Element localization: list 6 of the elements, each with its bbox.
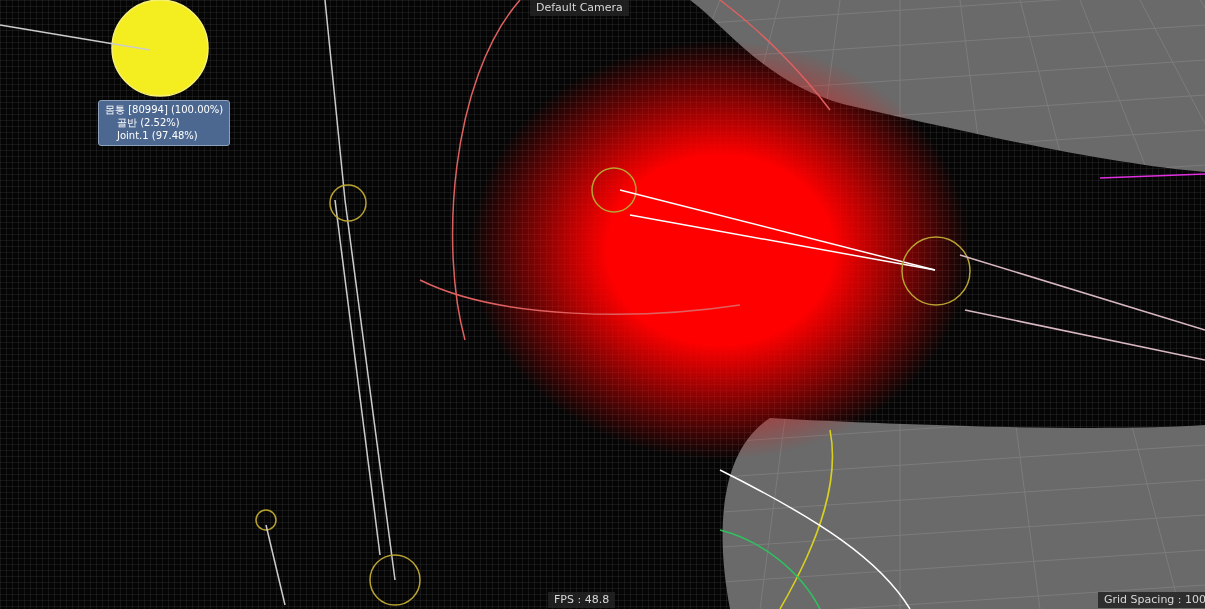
camera-label[interactable]: Default Camera — [530, 0, 629, 16]
fps-readout: FPS : 48.8 — [548, 592, 616, 608]
grid-spacing-readout: Grid Spacing : 100 — [1098, 592, 1205, 608]
tooltip-item: 골반 (2.52%) — [116, 116, 181, 129]
tooltip-item: Joint.1 (97.48%) — [115, 129, 199, 142]
tooltip-title: 몸통 [80994] (100.00%) — [105, 103, 224, 116]
